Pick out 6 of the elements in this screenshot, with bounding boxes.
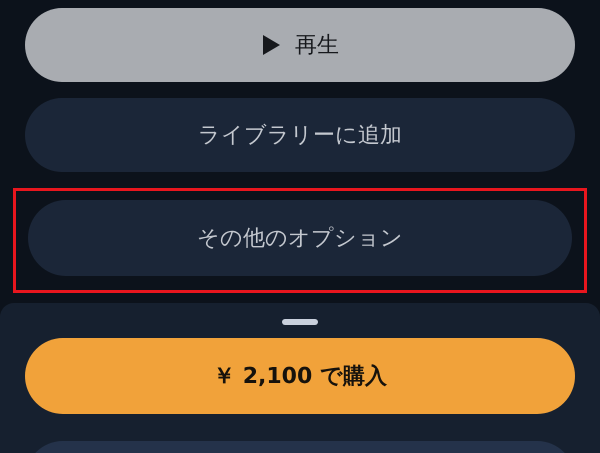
buy-button[interactable]: ￥ 2,100 で購入 <box>25 338 575 414</box>
play-button[interactable]: 再生 <box>25 8 575 82</box>
action-button[interactable]: その他のオプション <box>28 200 572 276</box>
sheet-handle[interactable] <box>282 319 318 325</box>
action-button[interactable]: ライブラリーに追加 <box>25 98 575 172</box>
play-icon <box>261 34 281 56</box>
